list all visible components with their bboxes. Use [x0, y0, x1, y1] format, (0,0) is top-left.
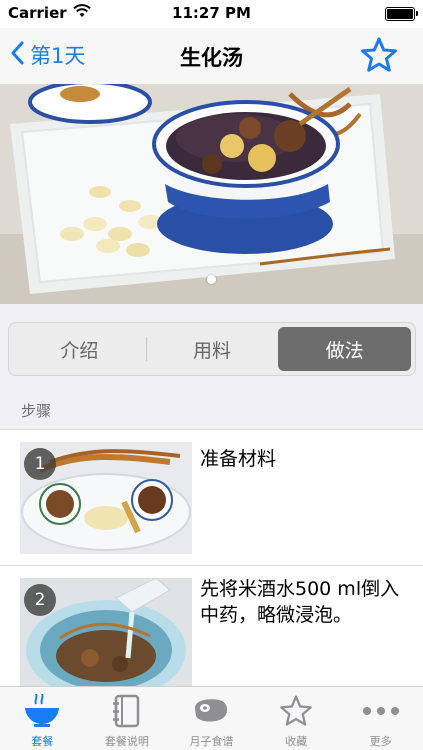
steps-section-header: 步骤: [0, 386, 423, 430]
tab-label: 套餐: [31, 735, 54, 748]
tab-label: 更多: [369, 735, 392, 748]
ingredients-photo: 1: [20, 442, 192, 554]
step-row[interactable]: 1 准备材料: [0, 430, 423, 566]
tab-confinement-recipes[interactable]: 月子食谱: [169, 687, 254, 750]
tab-intro[interactable]: 介绍: [13, 327, 146, 371]
meat-icon: [191, 693, 231, 729]
tab-meal-plan-info[interactable]: 套餐说明: [85, 687, 170, 750]
page-indicator-dot[interactable]: [207, 275, 216, 284]
navigation-bar: 第1天 生化汤: [0, 28, 423, 84]
section-title: 步骤: [21, 402, 52, 420]
step-description: 准备材料: [200, 448, 277, 470]
step-number-badge: 1: [24, 448, 56, 480]
tab-meal-plan[interactable]: 套餐: [0, 687, 85, 750]
tab-label: 收藏: [285, 735, 308, 748]
notebook-icon: [107, 693, 147, 729]
status-bar: Carrier 11:27 PM: [0, 0, 423, 28]
status-time: 11:27 PM: [172, 4, 251, 22]
star-icon[interactable]: [359, 36, 399, 78]
tab-bar: 套餐 套餐说明 月子食谱 收藏 更多: [0, 686, 423, 750]
soup-photo[interactable]: [0, 84, 423, 304]
tab-more[interactable]: 更多: [338, 687, 423, 750]
tab-label: 月子食谱: [189, 735, 234, 748]
tab-favorites[interactable]: 收藏: [254, 687, 339, 750]
bowl-icon: [22, 693, 62, 729]
tab-label: 套餐说明: [104, 735, 149, 748]
step-row[interactable]: 2 先将米酒水500 ml倒入中药，略微浸泡。: [0, 566, 423, 690]
tab-method[interactable]: 做法: [278, 327, 412, 371]
more-dots-icon: [361, 693, 401, 729]
step-number-badge: 2: [24, 584, 56, 616]
tab-ingredients[interactable]: 用料: [145, 327, 279, 371]
star-outline-icon: [276, 693, 316, 729]
step-description: 先将米酒水500 ml倒入中药，略微浸泡。: [200, 578, 400, 626]
segmented-control: 介绍 用料 做法: [8, 322, 416, 376]
battery-icon: [385, 7, 418, 21]
soaking-photo: 2: [20, 578, 192, 690]
